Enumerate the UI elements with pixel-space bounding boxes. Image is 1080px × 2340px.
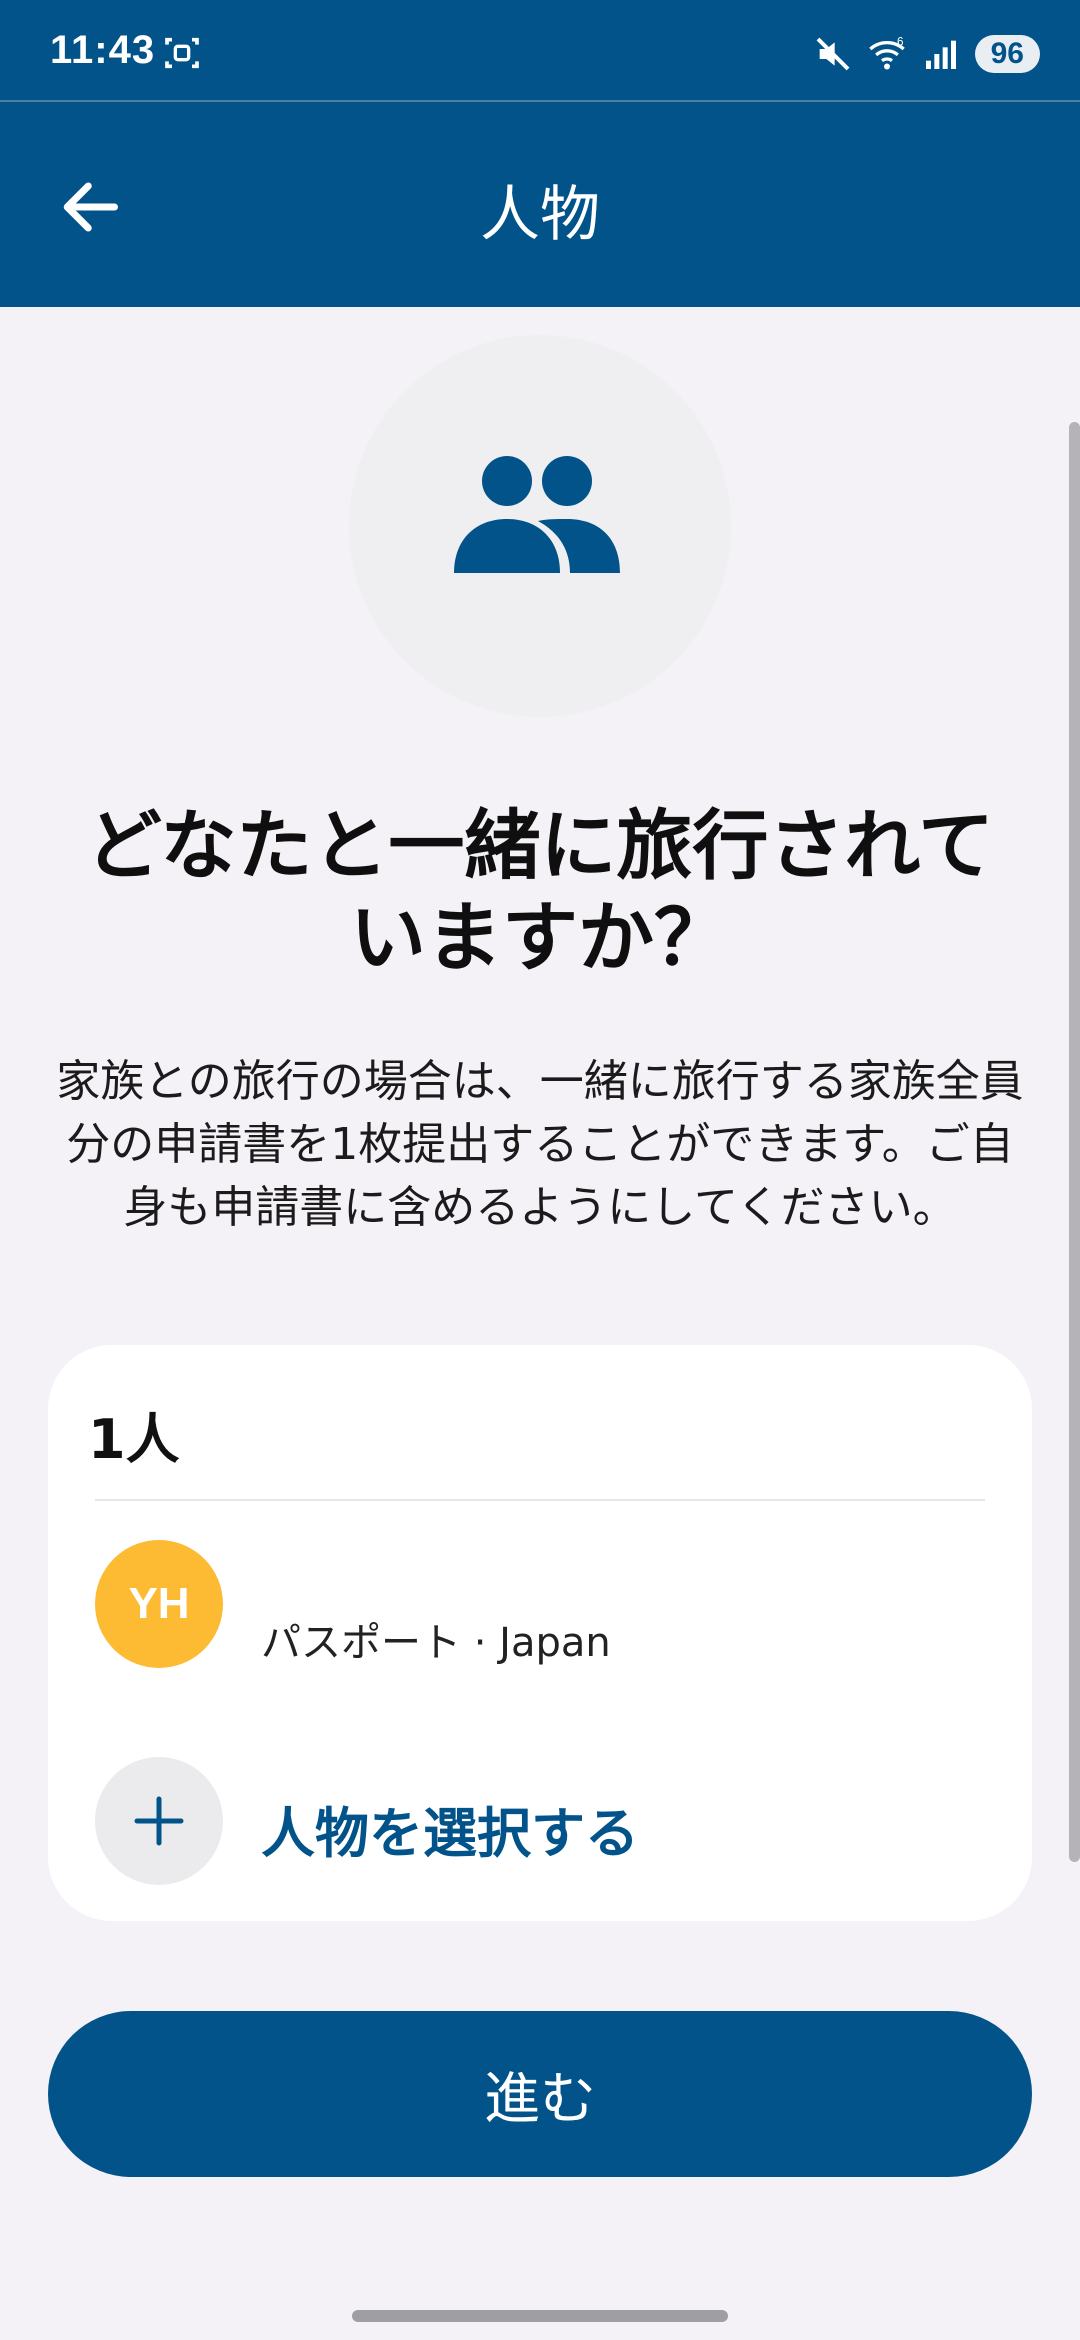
traveller-count: 1人: [88, 1408, 180, 1471]
status-icons: 6 96: [813, 28, 1040, 80]
headline: どなたと一緒に旅行されていますか？: [85, 801, 995, 982]
divider: [95, 1499, 985, 1501]
signal-icon: [925, 40, 956, 69]
travellers-card: 1人 YH パスポート · Japan 人物を選択する: [48, 1345, 1032, 1921]
add-person-label: 人物を選択する: [261, 1802, 639, 1865]
app-bar: 人物: [0, 102, 1080, 307]
proceed-button[interactable]: 進む: [48, 2011, 1032, 2177]
battery-level: 96: [974, 35, 1040, 73]
avatar: YH: [95, 1540, 223, 1668]
add-person-button[interactable]: 人物を選択する: [95, 1757, 995, 1887]
status-bar: 11:43 6 96: [0, 0, 1080, 102]
list-item[interactable]: YH パスポート · Japan: [95, 1540, 995, 1670]
wifi-icon: 6: [868, 36, 905, 70]
group-people-icon: [454, 456, 620, 573]
plus-icon: [134, 1796, 184, 1846]
wifi-badge: 6: [897, 36, 903, 49]
page-title: 人物: [480, 180, 600, 250]
hero-icon-circle: [349, 335, 731, 717]
person-document: パスポート · Japan: [261, 1620, 611, 1666]
add-circle: [95, 1757, 223, 1885]
home-indicator[interactable]: [352, 2310, 728, 2322]
scrollbar[interactable]: [1069, 422, 1080, 1862]
description: 家族との旅行の場合は、一緒に旅行する家族全員分の申請書を1枚提出することができま…: [56, 1056, 1024, 1233]
status-time: 11:43: [50, 28, 156, 72]
mute-icon: [816, 37, 850, 71]
screenshot-capture-icon: [165, 37, 199, 69]
